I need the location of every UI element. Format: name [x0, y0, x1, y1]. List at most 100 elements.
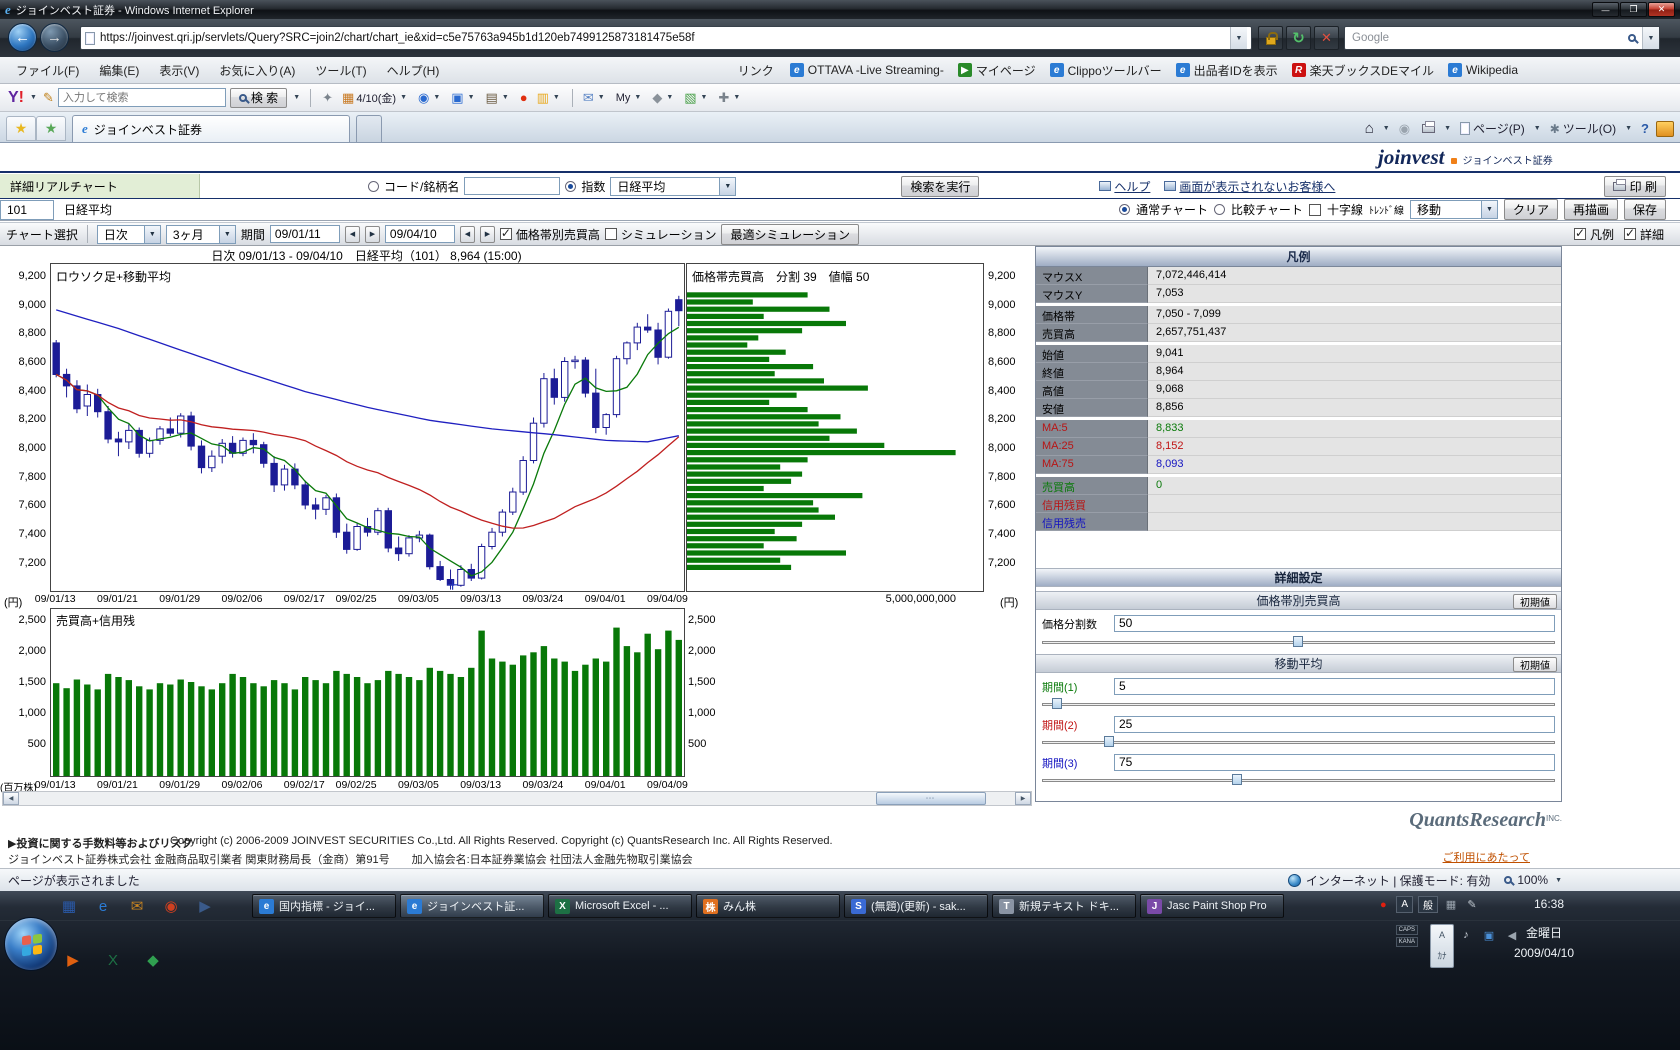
window-titlebar[interactable]: e ジョインベスト証券 - Windows Internet Explorer — [0, 0, 1680, 19]
taskbar-button[interactable]: e国内指標 - ジョイ... — [252, 894, 396, 918]
browser-quicklaunch-icon[interactable]: ◉ — [158, 893, 184, 919]
home-dropdown[interactable] — [1381, 125, 1392, 132]
yahoo-search-button[interactable]: 検 索 — [230, 88, 287, 108]
calendar-icon[interactable]: ▦4/10(金) — [339, 89, 412, 107]
period-slider[interactable] — [1042, 736, 1555, 748]
chevron-down-icon[interactable] — [699, 94, 710, 101]
refresh-button[interactable]: ↻ — [1286, 26, 1311, 50]
security-report-button[interactable] — [1258, 26, 1283, 50]
period-slider[interactable] — [1042, 774, 1555, 786]
mail-icon[interactable]: ✉ — [580, 90, 610, 105]
taskbar-button[interactable]: eジョインベスト証... — [400, 894, 544, 918]
address-input[interactable]: https://joinvest.qri.jp/servlets/Query?S… — [80, 26, 1252, 50]
globe-icon[interactable]: ◉ — [415, 90, 445, 105]
print-dropdown[interactable] — [1442, 125, 1453, 132]
ma-default-button[interactable]: 初期値 — [1513, 657, 1557, 672]
tools-menu-button[interactable]: ツール(O) — [1545, 118, 1621, 139]
menu-item[interactable]: 表示(V) — [149, 59, 209, 82]
period-slider[interactable] — [1042, 698, 1555, 710]
toolbox-icon[interactable]: ✚ — [715, 90, 745, 105]
period-input[interactable]: 25 — [1114, 716, 1555, 733]
forward-button[interactable] — [40, 23, 69, 52]
slider-thumb[interactable] — [1232, 774, 1242, 785]
tray-clock[interactable]: 16:38 — [1534, 897, 1564, 911]
slider-thumb[interactable] — [1052, 698, 1062, 709]
minimize-button[interactable] — [1592, 2, 1619, 17]
addon-button[interactable] — [1656, 121, 1674, 137]
media-quicklaunch-icon[interactable]: ▶ — [192, 893, 218, 919]
scrollbar-thumb[interactable] — [876, 792, 986, 805]
yahoo-search-options-dropdown[interactable] — [291, 94, 302, 101]
ie-quicklaunch-icon[interactable]: e — [90, 893, 116, 919]
taskbar-button[interactable]: JJasc Paint Shop Pro — [1140, 894, 1284, 918]
feeds-button[interactable] — [1394, 119, 1415, 139]
pv-default-button[interactable]: 初期値 — [1513, 594, 1557, 609]
chevron-down-icon[interactable] — [431, 94, 442, 101]
network-icon[interactable]: ▣ — [1481, 927, 1497, 943]
search-icon[interactable] — [1628, 34, 1636, 42]
yahoo-logo-dropdown[interactable] — [28, 94, 39, 101]
tray-date[interactable]: 2009/04/10 — [1514, 946, 1574, 960]
links-bar-item[interactable]: eWikipedia — [1442, 61, 1524, 79]
chevron-down-icon[interactable] — [596, 94, 607, 101]
stop-button[interactable]: ✕ — [1314, 26, 1339, 50]
mail-quicklaunch-icon[interactable]: ✉ — [124, 893, 150, 919]
chevron-down-icon[interactable] — [551, 94, 562, 101]
ime-mode-general[interactable]: 般 — [1418, 896, 1438, 913]
back-button[interactable] — [8, 23, 37, 52]
help-button[interactable] — [1636, 119, 1654, 138]
links-bar-item[interactable]: ▶マイページ — [952, 60, 1042, 81]
horizontal-scrollbar[interactable] — [2, 791, 1032, 806]
pencil-icon[interactable] — [43, 90, 54, 106]
wrench-icon[interactable]: ✦ — [319, 90, 336, 105]
menu-item[interactable]: ツール(T) — [305, 59, 376, 82]
search-box[interactable]: Google — [1344, 26, 1660, 50]
menu-item[interactable]: 編集(E) — [89, 59, 149, 82]
tag-icon[interactable]: ◆ — [649, 90, 678, 105]
chevron-down-icon[interactable] — [664, 94, 675, 101]
excel-quicklaunch-icon[interactable]: X — [100, 947, 126, 973]
taskbar-button[interactable]: 株みん株 — [696, 894, 840, 918]
ime-pen-icon[interactable]: ✎ — [1464, 897, 1480, 913]
package-icon[interactable]: ▥ — [534, 90, 565, 105]
zoom-dropdown[interactable] — [1553, 877, 1564, 884]
page-menu-button[interactable]: ページ(P) — [1455, 118, 1530, 139]
url-text[interactable]: https://joinvest.qri.jp/servlets/Query?S… — [100, 32, 1225, 44]
chevron-down-icon[interactable] — [466, 94, 477, 101]
tray-collapse-icon[interactable]: ◀ — [1504, 927, 1520, 943]
search-dropdown-button[interactable] — [1642, 27, 1659, 49]
period-input[interactable]: 5 — [1114, 678, 1555, 695]
add-favorite-button[interactable] — [36, 116, 66, 141]
tools-menu-dropdown[interactable] — [1623, 125, 1634, 132]
links-bar-item[interactable]: e出品者IDを表示 — [1170, 60, 1284, 81]
chevron-down-icon[interactable] — [632, 94, 643, 101]
briefcase-icon[interactable]: ▤ — [483, 90, 514, 105]
slider-thumb[interactable] — [1293, 636, 1303, 647]
chevron-down-icon[interactable] — [731, 94, 742, 101]
maximize-button[interactable] — [1620, 2, 1647, 17]
links-bar-item[interactable]: R楽天ブックスDEマイル — [1286, 60, 1440, 81]
taskbar-button[interactable]: XMicrosoft Excel - ... — [548, 894, 692, 918]
player-quicklaunch-icon[interactable]: ▶ — [60, 947, 86, 973]
chevron-down-icon[interactable] — [500, 94, 511, 101]
tab-joinvest[interactable]: e ジョインベスト証券 — [72, 115, 350, 142]
links-bar-item[interactable]: eOTTAVA -Live Streaming- — [784, 61, 950, 79]
taskbar-button[interactable]: S(無題)(更新) - sak... — [844, 894, 988, 918]
ime-mode-direct[interactable]: A — [1396, 896, 1413, 913]
app-quicklaunch-icon[interactable]: ◆ — [140, 947, 166, 973]
period-input[interactable]: 75 — [1114, 754, 1555, 771]
language-bar[interactable]: A ｶﾅ — [1430, 924, 1454, 968]
chevron-down-icon[interactable] — [398, 94, 409, 101]
search-engine-text[interactable]: Google — [1352, 32, 1622, 44]
address-dropdown-button[interactable] — [1230, 27, 1247, 49]
menu-item[interactable]: ファイル(F) — [6, 59, 89, 82]
show-desktop-icon[interactable]: ▦ — [56, 893, 82, 919]
taskbar-button[interactable]: T新規テキスト ドキ... — [992, 894, 1136, 918]
print-toolbar-button[interactable] — [1417, 122, 1440, 135]
links-bar-item[interactable]: eClippoツールバー — [1044, 60, 1168, 81]
new-tab-stub[interactable] — [356, 115, 382, 142]
risk-disclosure-link[interactable]: ▶投資に関する手数料等およびリスク — [8, 835, 192, 851]
start-button[interactable] — [4, 917, 58, 971]
price-split-slider[interactable] — [1042, 636, 1555, 648]
volume-icon[interactable]: ♪ — [1458, 927, 1474, 943]
